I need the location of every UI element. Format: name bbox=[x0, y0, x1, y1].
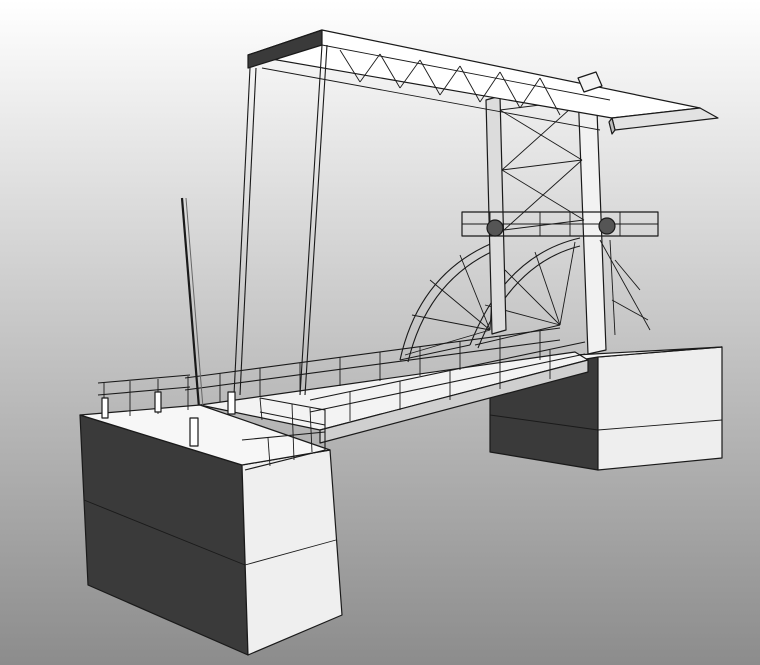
bridge-model-render[interactable] bbox=[0, 0, 760, 665]
3d-viewport[interactable] bbox=[0, 0, 760, 665]
